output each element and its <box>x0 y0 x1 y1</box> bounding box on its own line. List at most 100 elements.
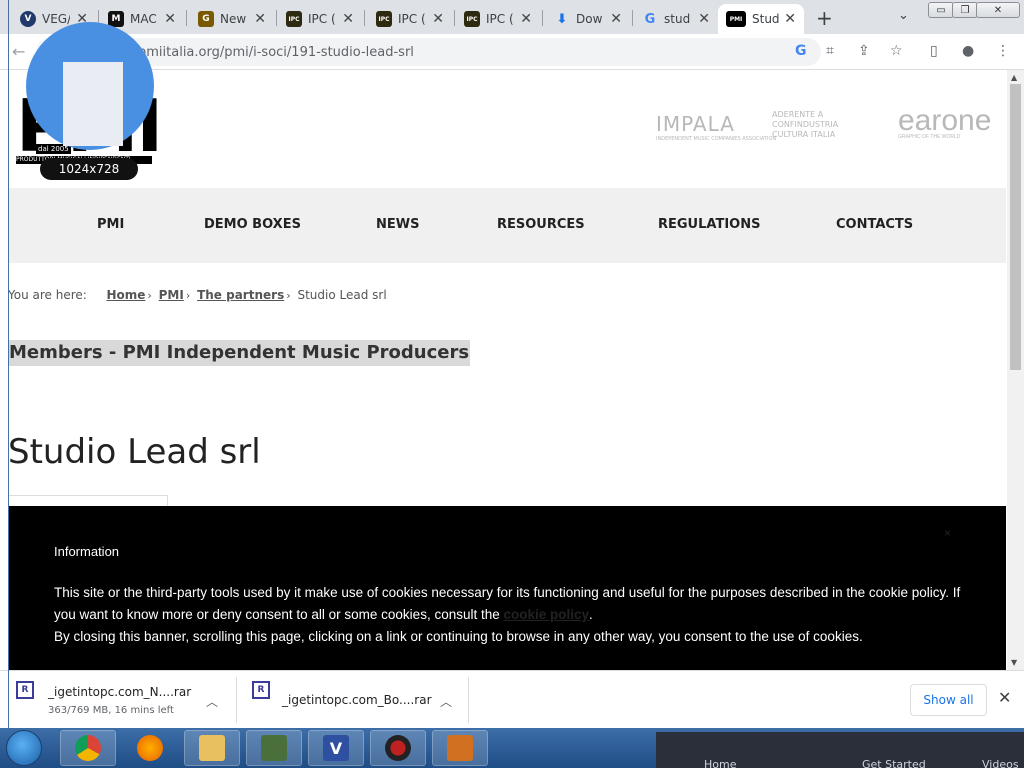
tab-title: VEG/ <box>42 12 70 26</box>
chevron-right-icon: › <box>147 289 152 302</box>
chevron-up-icon[interactable]: ︿ <box>440 693 452 710</box>
tab-title: MAC <box>130 12 157 26</box>
close-icon[interactable]: ✕ <box>698 11 710 27</box>
panel-item-videos[interactable]: Videos <box>982 758 1019 771</box>
taskbar-vegas[interactable]: V <box>308 730 364 766</box>
google-icon: G <box>644 11 656 27</box>
page-title: Studio Lead srl <box>8 432 261 472</box>
tab-title: Stud <box>752 12 780 26</box>
translate-icon[interactable]: ⌗ <box>826 43 834 59</box>
bookmark-star-icon[interactable]: ☆ <box>890 43 903 59</box>
taskbar-explorer[interactable] <box>184 730 240 766</box>
tab-title: IPC ( <box>308 12 336 26</box>
close-icon[interactable]: ✕ <box>784 11 796 27</box>
tab-ipc-2[interactable]: IPC IPC ( ✕ <box>368 4 452 34</box>
breadcrumb-pmi[interactable]: PMI <box>159 288 184 302</box>
show-all-button[interactable]: Show all <box>910 684 987 716</box>
nav-pmi[interactable]: PMI <box>97 217 124 232</box>
vegas-icon: V <box>323 735 349 761</box>
close-icon[interactable]: ✕ <box>254 11 266 27</box>
cookie-policy-link[interactable]: cookie policy <box>504 607 590 622</box>
download-item[interactable]: R _igetintopc.com_N....rar 363/769 MB, 1… <box>16 681 191 721</box>
close-icon[interactable]: ✕ <box>610 11 622 27</box>
breadcrumb-partners[interactable]: The partners <box>197 288 284 302</box>
back-arrow-icon[interactable]: ← <box>12 42 25 61</box>
app-icon <box>261 735 287 761</box>
tab-ipc-3[interactable]: IPC IPC ( ✕ <box>456 4 540 34</box>
close-icon[interactable]: ✕ <box>432 11 444 27</box>
tab-separator <box>186 10 187 26</box>
record-icon <box>385 735 411 761</box>
ipc-games-icon: IPC <box>464 11 480 27</box>
earone-logo[interactable]: earone GRAPHIC OF THE WORLD <box>898 104 991 140</box>
nav-regulations[interactable]: REGULATIONS <box>658 217 760 232</box>
scroll-down-icon[interactable]: ▼ <box>1011 658 1017 667</box>
cookie-banner: Information × This site or the third-par… <box>8 506 1006 670</box>
google-lens-icon[interactable]: G <box>795 43 807 59</box>
chevron-up-icon[interactable]: ︿ <box>206 693 218 710</box>
page-scrollbar[interactable]: ▲ ▼ <box>1007 70 1024 670</box>
taskbar-firefox[interactable] <box>122 730 178 766</box>
start-button[interactable] <box>6 730 42 766</box>
download-item[interactable]: R _igetintopc.com_Bo....rar <box>252 681 432 721</box>
divider <box>468 677 469 723</box>
side-panel-icon[interactable]: ▯ <box>930 43 938 59</box>
divider <box>236 677 237 723</box>
main-nav: PMI DEMO BOXES NEWS RESOURCES REGULATION… <box>8 188 1006 263</box>
tab-google-search[interactable]: G stud ✕ <box>634 4 718 34</box>
taskbar-recorder[interactable] <box>370 730 426 766</box>
player-icon <box>447 735 473 761</box>
taskbar-chrome[interactable] <box>60 730 116 766</box>
g-game-icon: G <box>198 11 214 27</box>
close-window-button[interactable]: ✕ <box>976 2 1020 18</box>
tab-title: IPC ( <box>486 12 514 26</box>
download-name: _igetintopc.com_N....rar <box>48 685 192 699</box>
close-icon[interactable]: ✕ <box>520 11 532 27</box>
new-tab-button[interactable]: + <box>816 6 833 30</box>
nav-demo-boxes[interactable]: DEMO BOXES <box>204 217 301 232</box>
section-title: Members - PMI Independent Music Producer… <box>8 340 471 366</box>
chevron-right-icon: › <box>185 289 191 302</box>
taskbar-media-app[interactable] <box>246 730 302 766</box>
nav-resources[interactable]: RESOURCES <box>497 217 585 232</box>
close-icon[interactable]: ✕ <box>164 11 176 27</box>
nav-news[interactable]: NEWS <box>376 217 419 232</box>
close-icon[interactable]: ✕ <box>998 688 1011 707</box>
folder-icon <box>199 735 225 761</box>
breadcrumb-home[interactable]: Home <box>106 288 145 302</box>
url-text[interactable]: pmiitalia.org/pmi/i-soci/191-studio-lead… <box>138 45 414 60</box>
confindustria-logo[interactable]: ADERENTE A CONFINDUSTRIA CULTURA ITALIA <box>772 110 864 140</box>
nav-contacts[interactable]: CONTACTS <box>836 217 913 232</box>
panel-item-get-started[interactable]: Get Started <box>862 758 926 771</box>
download-name: _igetintopc.com_Bo....rar <box>282 693 432 707</box>
tab-download[interactable]: ⬇ Dow ✕ <box>546 4 630 34</box>
impala-logo[interactable]: IMPALA INDEPENDENT MUSIC COMPANIES ASSOC… <box>656 112 776 142</box>
restore-button[interactable]: ❐ <box>952 2 978 18</box>
share-icon[interactable]: ⇪ <box>858 43 870 59</box>
cookie-close-button[interactable]: × <box>944 526 951 540</box>
panel-item-home[interactable]: Home <box>704 758 736 771</box>
rar-file-icon: R <box>252 681 270 699</box>
tab-title: Dow <box>576 12 603 26</box>
taskbar-preview-panel: Home Get Started Videos <box>656 732 1024 771</box>
close-icon[interactable]: ✕ <box>342 11 354 27</box>
impala-name: IMPALA <box>656 112 735 136</box>
cookie-body-2: . <box>589 607 593 622</box>
ipc-games-icon: IPC <box>376 11 392 27</box>
profile-avatar-icon[interactable]: ● <box>962 43 974 59</box>
tab-title: IPC ( <box>398 12 426 26</box>
scroll-up-icon[interactable]: ▲ <box>1011 73 1017 82</box>
tab-separator <box>364 10 365 26</box>
tab-separator <box>632 10 633 26</box>
size-badge: 1024x728 <box>40 158 138 180</box>
menu-kebab-icon[interactable]: ⋮ <box>996 43 1010 59</box>
taskbar-player[interactable] <box>432 730 488 766</box>
tab-studio-lead[interactable]: PMI Stud ✕ <box>718 4 804 34</box>
tab-separator <box>276 10 277 26</box>
minimize-button[interactable]: ▭ <box>928 2 954 18</box>
tab-ipc-1[interactable]: IPC IPC ( ✕ <box>278 4 362 34</box>
scroll-thumb[interactable] <box>1010 84 1021 370</box>
breadcrumb-prefix: You are here: <box>8 288 87 302</box>
tab-new[interactable]: G New ✕ <box>190 4 274 34</box>
tab-search-chevron-icon[interactable]: ⌄ <box>898 8 909 23</box>
